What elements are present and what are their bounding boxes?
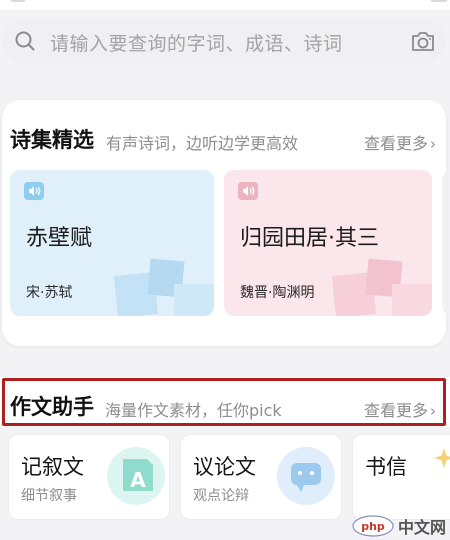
poem-title: 赤壁赋 [26,226,93,251]
top-edge-tab [10,0,26,2]
poem-author: 魏晋·陶渊明 [240,285,315,301]
poem-card-partial[interactable] [442,170,446,316]
sparkle-icon [434,448,450,468]
sound-icon [238,182,258,200]
card-title: 记叙文 [21,455,84,479]
more-label: 查看更多 [364,134,429,153]
essay-card[interactable]: 记叙文 细节叙事 A [8,434,170,520]
search-bar[interactable]: 请输入要查询的字词、成语、诗词 [2,18,446,64]
more-essay-link[interactable]: 查看更多 › [364,397,436,421]
more-label: 查看更多 [364,401,429,420]
card-subtitle: 观点论辩 [193,488,249,504]
more-poetry-link[interactable]: 查看更多 › [364,130,436,154]
php-logo-icon: php [352,515,394,537]
poem-title: 归园田居·其三 [240,226,379,251]
card-subtitle: 细节叙事 [21,488,77,504]
watermark-text: 中文网 [398,518,447,537]
search-icon [15,31,35,51]
essay-card[interactable]: 书信 [352,434,450,520]
section-subtitle: 海量作文素材，任你pick [105,401,282,420]
essay-section-header: 作文助手 海量作文素材，任你pick 查看更多 › [0,377,450,427]
section-title: 作文助手 [10,395,94,419]
watermark: php 中文网 [352,512,450,540]
chevron-right-icon: › [430,402,437,420]
camera-icon[interactable] [410,28,436,54]
sound-icon [24,182,44,200]
letter-a-icon: A [107,447,165,505]
top-edge-tab [430,0,448,2]
essay-card[interactable]: 议论文 观点论辩 [180,434,342,520]
php-logo-text: php [361,520,385,533]
poem-card[interactable]: 归园田居·其三 魏晋·陶渊明 [224,170,432,316]
search-input[interactable]: 请输入要查询的字词、成语、诗词 [50,29,343,56]
speech-bubble-icon [277,447,335,505]
card-decoration [331,258,432,316]
poem-card[interactable]: 赤壁赋 宋·苏轼 [10,170,214,316]
poem-author: 宋·苏轼 [26,285,73,301]
section-subtitle: 有声诗词，边听边学更高效 [106,134,299,153]
svg-text:A: A [130,468,146,492]
chevron-right-icon: › [430,135,437,153]
card-title: 议论文 [193,455,256,479]
card-title: 书信 [365,455,407,479]
poetry-section: 诗集精选 有声诗词，边听边学更高效 查看更多 › 赤壁赋 宋·苏轼 归园田居·其三… [2,100,446,346]
section-title: 诗集精选 [10,128,94,152]
card-decoration [113,258,214,316]
top-edge [0,0,450,10]
